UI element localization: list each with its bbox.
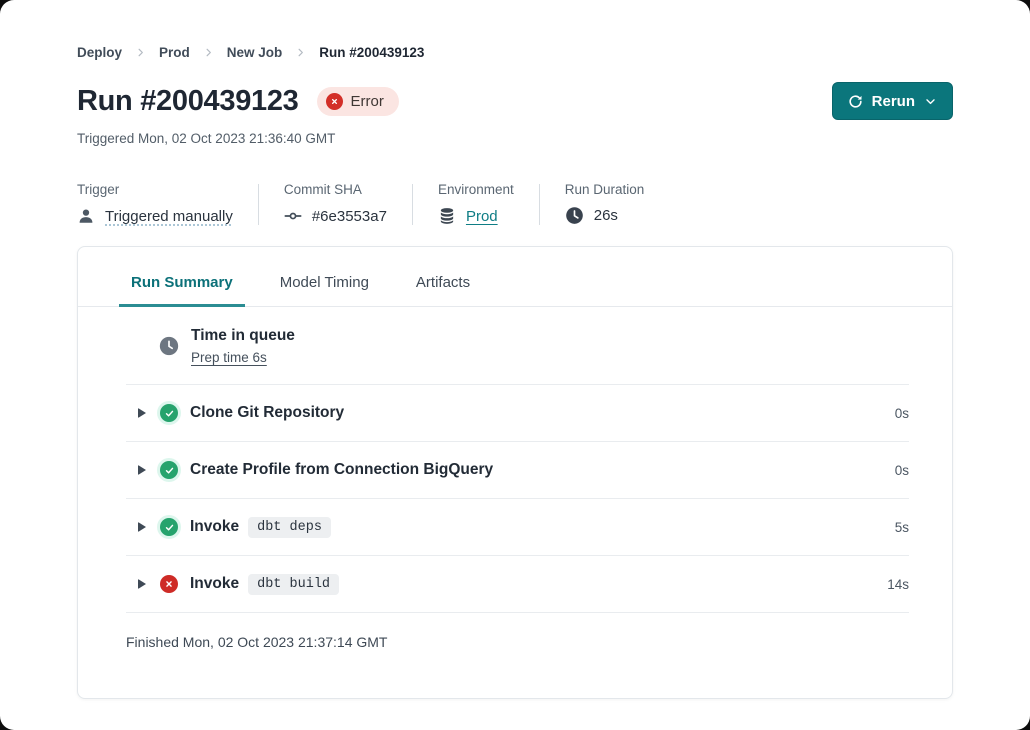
tab-artifacts[interactable]: Artifacts — [404, 274, 482, 307]
chevron-right-icon — [295, 47, 306, 58]
breadcrumb-deploy[interactable]: Deploy — [77, 45, 122, 60]
breadcrumb: Deploy Prod New Job Run #200439123 — [77, 45, 953, 60]
tab-bar: Run Summary Model Timing Artifacts — [78, 274, 952, 307]
tab-model-timing[interactable]: Model Timing — [268, 274, 381, 307]
breadcrumb-run-number: Run #200439123 — [319, 45, 424, 60]
meta-divider — [539, 184, 540, 225]
run-detail-page: Deploy Prod New Job Run #200439123 Run #… — [0, 0, 1030, 730]
rerun-button[interactable]: Rerun — [832, 82, 953, 120]
meta-duration-label: Run Duration — [565, 182, 645, 197]
prep-time-link[interactable]: Prep time 6s — [191, 350, 295, 365]
chevron-right-icon — [135, 47, 146, 58]
step-name: Invoke — [190, 575, 239, 593]
meta-environment-value[interactable]: Prod — [466, 208, 498, 225]
meta-trigger-label: Trigger — [77, 182, 233, 197]
tab-run-summary[interactable]: Run Summary — [119, 274, 245, 307]
success-icon — [160, 404, 178, 422]
time-in-queue-row: Time in queue Prep time 6s — [126, 307, 909, 384]
expand-caret-icon[interactable] — [138, 522, 146, 532]
step-duration: 0s — [895, 463, 909, 478]
meta-commit-label: Commit SHA — [284, 182, 387, 197]
run-summary-card: Run Summary Model Timing Artifacts Time … — [77, 246, 953, 699]
step-duration: 0s — [895, 406, 909, 421]
step-row-dbt-build[interactable]: Invoke dbt build 14s — [126, 556, 909, 612]
meta-environment-label: Environment — [438, 182, 514, 197]
expand-caret-icon[interactable] — [138, 579, 146, 589]
meta-divider — [258, 184, 259, 225]
step-name: Clone Git Repository — [190, 404, 344, 422]
success-icon — [160, 461, 178, 479]
rerun-icon — [848, 94, 863, 109]
person-icon — [77, 207, 95, 225]
step-row-dbt-deps[interactable]: Invoke dbt deps 5s — [126, 499, 909, 555]
meta-environment: Environment Prod — [438, 182, 514, 225]
chevron-down-icon — [924, 95, 937, 108]
meta-commit-value: #6e3553a7 — [312, 208, 387, 225]
triggered-timestamp: Triggered Mon, 02 Oct 2023 21:36:40 GMT — [77, 131, 953, 146]
breadcrumb-prod[interactable]: Prod — [159, 45, 190, 60]
step-row-create-profile[interactable]: Create Profile from Connection BigQuery … — [126, 442, 909, 498]
meta-duration-value: 26s — [594, 207, 618, 224]
error-icon — [160, 575, 178, 593]
step-row-clone-git[interactable]: Clone Git Repository 0s — [126, 385, 909, 441]
status-badge: Error — [317, 87, 399, 116]
meta-trigger: Trigger Triggered manually — [77, 182, 233, 225]
step-name: Create Profile from Connection BigQuery — [190, 461, 493, 479]
page-title: Run #200439123 — [77, 85, 299, 118]
meta-run-duration: Run Duration 26s — [565, 182, 645, 225]
step-command: dbt deps — [248, 517, 331, 538]
database-icon — [438, 207, 456, 225]
run-metadata: Trigger Triggered manually Commit SHA #6… — [77, 182, 953, 225]
clock-icon — [565, 206, 584, 225]
step-duration: 14s — [887, 577, 909, 592]
step-name: Invoke — [190, 518, 239, 536]
chevron-right-icon — [203, 47, 214, 58]
step-duration: 5s — [895, 520, 909, 535]
step-command: dbt build — [248, 574, 339, 595]
success-icon — [160, 518, 178, 536]
step-list: Time in queue Prep time 6s Clone Git Rep… — [78, 307, 952, 650]
meta-divider — [412, 184, 413, 225]
expand-caret-icon[interactable] — [138, 465, 146, 475]
expand-caret-icon[interactable] — [138, 408, 146, 418]
queue-title: Time in queue — [191, 327, 295, 345]
rerun-button-label: Rerun — [872, 93, 915, 110]
meta-commit-sha: Commit SHA #6e3553a7 — [284, 182, 387, 225]
clock-icon — [159, 336, 179, 356]
commit-icon — [284, 207, 302, 225]
error-icon — [326, 93, 343, 110]
finished-timestamp: Finished Mon, 02 Oct 2023 21:37:14 GMT — [126, 613, 909, 650]
status-badge-label: Error — [351, 93, 384, 110]
breadcrumb-new-job[interactable]: New Job — [227, 45, 283, 60]
meta-trigger-value[interactable]: Triggered manually — [105, 208, 233, 225]
